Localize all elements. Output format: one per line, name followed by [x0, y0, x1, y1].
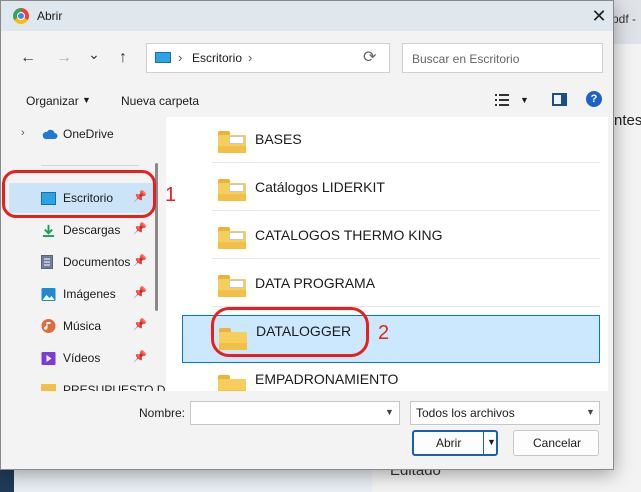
toolbar: Organizar ▼ Nueva carpeta ▼ ?	[9, 87, 607, 115]
annotation-circle-1	[2, 170, 156, 218]
pin-icon: 📌	[133, 223, 147, 235]
recent-locations-chevron-icon[interactable]: ⌄	[81, 41, 107, 67]
pin-icon: 📌	[133, 255, 147, 267]
pin-icon: 📌	[133, 287, 147, 299]
open-options-caret-icon[interactable]: ▼	[487, 437, 496, 447]
folder-content-icon	[229, 280, 244, 288]
sidebar-item-label: OneDrive	[63, 127, 114, 141]
folder-name: DATA PROGRAMA	[255, 275, 376, 291]
view-options-icon[interactable]	[495, 93, 509, 107]
view-caret-icon[interactable]: ▼	[520, 95, 529, 105]
search-box[interactable]: Buscar en Escritorio	[402, 43, 603, 73]
folder-name: EMPADRONAMIENTO	[255, 371, 399, 387]
breadcrumb-separator-icon[interactable]: ›	[248, 50, 252, 65]
sidebar-item-label: Imágenes	[63, 287, 116, 301]
dialog-title: Abrir	[37, 9, 63, 23]
download-icon	[42, 224, 55, 237]
folder-icon	[218, 375, 246, 391]
help-icon[interactable]: ?	[586, 91, 602, 107]
sidebar-item-presupuesto[interactable]: PRESUPUESTO D	[9, 375, 165, 391]
sidebar-item-label: PRESUPUESTO D	[63, 383, 165, 391]
dialog-footer: Nombre: ▼ Todos los archivos ▼ Abrir ▼ C…	[1, 393, 613, 469]
row-divider	[212, 258, 600, 259]
organize-caret-icon[interactable]: ▼	[82, 95, 91, 105]
breadcrumb-escritorio[interactable]: Escritorio	[192, 51, 242, 65]
file-type-value: Todos los archivos	[416, 406, 515, 420]
chrome-icon	[13, 8, 29, 24]
title-bar[interactable]: Abrir ✕	[1, 1, 613, 31]
document-icon	[41, 255, 53, 269]
folder-row-data-programa[interactable]: DATA PROGRAMA	[182, 261, 600, 307]
sidebar-item-label: Descargas	[63, 223, 121, 237]
folder-content-icon	[229, 232, 244, 240]
back-arrow-icon[interactable]: ←	[15, 45, 41, 71]
image-icon	[41, 288, 56, 301]
cancel-button-label: Cancelar	[533, 436, 582, 450]
navigation-pane: › OneDrive Escritorio 📌 Descargas 📌 Docu…	[9, 117, 165, 391]
refresh-icon[interactable]: ⟳	[363, 47, 376, 67]
annotation-number-1: 1	[165, 184, 177, 206]
sidebar-item-label: Vídeos	[63, 351, 101, 365]
file-type-chevron-icon[interactable]: ▼	[586, 407, 595, 417]
folder-name: Catálogos LIDERKIT	[255, 179, 385, 195]
sidebar-item-label: Documentos	[63, 255, 131, 269]
background-pdf-text: pdf -	[612, 12, 637, 26]
folder-name: BASES	[255, 131, 302, 147]
row-divider	[212, 162, 600, 163]
desktop-icon	[155, 52, 171, 63]
row-divider	[212, 210, 600, 211]
cloud-icon	[42, 129, 58, 139]
filename-dropdown-icon[interactable]: ▼	[385, 407, 394, 417]
folder-icon	[41, 384, 56, 391]
preview-pane-icon[interactable]	[552, 93, 567, 106]
sidebar-item-label: Música	[63, 319, 102, 333]
folder-row-catalogos-thermo-king[interactable]: CATALOGOS THERMO KING	[182, 213, 600, 259]
divider	[41, 165, 139, 166]
new-folder-button[interactable]: Nueva carpeta	[121, 94, 199, 108]
pin-icon: 📌	[133, 319, 147, 331]
folder-row-bases[interactable]: BASES	[182, 117, 600, 163]
folder-content-icon	[229, 136, 244, 144]
open-button-label: Abrir	[436, 436, 462, 450]
forward-arrow-icon[interactable]: →	[51, 45, 77, 71]
folder-row-empadronamiento[interactable]: EMPADRONAMIENTO	[182, 357, 600, 391]
folder-row-catalogos-liderkit[interactable]: Catálogos LIDERKIT	[182, 165, 600, 211]
pin-icon: 📌	[133, 351, 147, 363]
close-button[interactable]: ✕	[587, 5, 611, 27]
folder-name: CATALOGOS THERMO KING	[255, 227, 443, 243]
filename-input[interactable]	[190, 401, 400, 425]
music-icon	[41, 319, 56, 333]
sidebar-item-onedrive[interactable]: OneDrive	[9, 119, 157, 149]
up-arrow-icon[interactable]: ↑	[110, 45, 136, 71]
breadcrumb-separator-icon[interactable]: ›	[178, 50, 182, 65]
address-bar[interactable]: › Escritorio › ⟳	[146, 43, 390, 73]
search-placeholder: Buscar en Escritorio	[412, 52, 520, 66]
background-partial-text: ntes	[614, 112, 641, 129]
annotation-circle-2	[211, 307, 369, 357]
filename-label: Nombre:	[139, 406, 186, 420]
open-button-split	[483, 432, 484, 454]
annotation-number-2: 2	[378, 322, 390, 344]
open-file-dialog: Abrir ✕ ← → ⌄ ↑ › Escritorio › ⟳ Buscar …	[0, 0, 614, 470]
sidebar-item-documentos[interactable]: Documentos 📌	[9, 247, 157, 277]
folder-content-icon	[229, 184, 244, 192]
sidebar-item-descargas[interactable]: Descargas 📌	[9, 215, 157, 245]
organize-button[interactable]: Organizar	[26, 94, 79, 108]
video-icon	[41, 352, 56, 365]
sidebar-item-videos[interactable]: Vídeos 📌	[9, 343, 157, 373]
sidebar-item-musica[interactable]: Música 📌	[9, 311, 157, 341]
sidebar-item-imagenes[interactable]: Imágenes 📌	[9, 279, 157, 309]
